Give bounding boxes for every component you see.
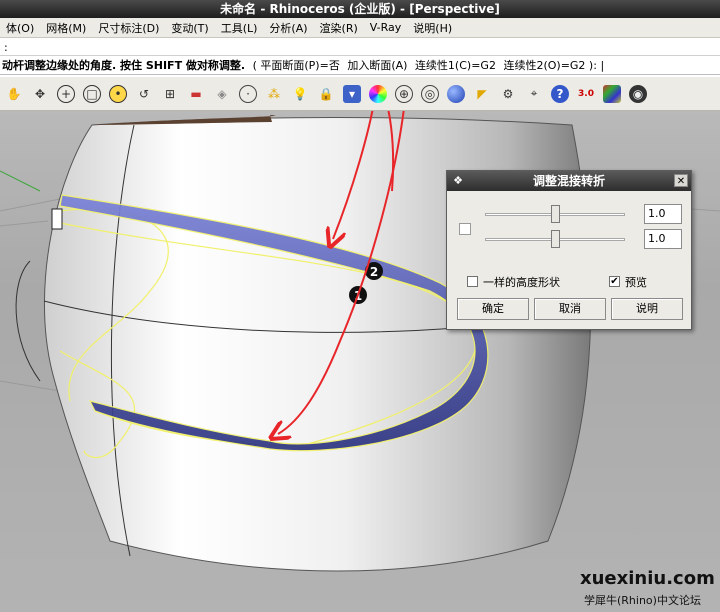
same-height-label: 一样的高度形状: [483, 276, 560, 289]
materials-icon[interactable]: [600, 82, 624, 106]
menu-tools[interactable]: 工具(L): [215, 20, 264, 36]
option-planar-sections[interactable]: ( 平面断面(P)=否: [253, 59, 340, 72]
menu-analyze[interactable]: 分析(A): [263, 20, 313, 36]
rotate-view-icon[interactable]: ✥: [28, 82, 52, 106]
bulge-value-1-input[interactable]: 1.0: [644, 204, 682, 224]
watermark-site: xuexiniu.com: [580, 568, 715, 589]
camera-icon[interactable]: ◉: [626, 82, 650, 106]
option-add-section[interactable]: 加入断面(A): [347, 59, 407, 72]
four-viewports-icon[interactable]: ⊞: [158, 82, 182, 106]
menu-render[interactable]: 渲染(R): [314, 20, 364, 36]
analyze-icon[interactable]: ⌖: [522, 82, 546, 106]
circle-icon[interactable]: ·: [236, 82, 260, 106]
sphere-wire-icon[interactable]: ◎: [418, 82, 442, 106]
lock-icon[interactable]: 🔒: [314, 82, 338, 106]
standard-toolbar: ✋ ✥ + □ • ↺ ⊞ ▬ ◈ · ⁂ 💡 🔒 ▾ ⊕ ◎ ◤ ⚙ ⌖ ? …: [0, 77, 720, 111]
rhino-app-icon: ❖: [453, 174, 463, 187]
zoom-selected-icon[interactable]: •: [106, 82, 130, 106]
svg-text:2: 2: [370, 265, 378, 279]
gear-icon[interactable]: ⚙: [496, 82, 520, 106]
dialog-titlebar[interactable]: ❖ 调整混接转折 ✕: [447, 171, 691, 191]
spotlight-icon[interactable]: ◤: [470, 82, 494, 106]
points-icon[interactable]: ⁂: [262, 82, 286, 106]
option-continuity1[interactable]: 连续性1(C)=G2: [415, 59, 496, 72]
slider-row-2: 1.0: [447, 228, 693, 250]
menu-vray[interactable]: V-Ray: [364, 21, 408, 34]
color-wheel-icon[interactable]: [366, 82, 390, 106]
pan-hand-icon[interactable]: ✋: [2, 82, 26, 106]
menu-dimension[interactable]: 尺寸标注(D): [92, 20, 165, 36]
window-title: 未命名 - Rhinoceros (企业版) - [Perspective]: [0, 0, 720, 18]
dialog-title: 调整混接转折: [532, 174, 605, 188]
menu-help[interactable]: 说明(H): [407, 20, 458, 36]
command-history: :: [0, 39, 720, 56]
cancel-button[interactable]: 取消: [534, 298, 606, 320]
preview-label: 预览: [625, 276, 647, 289]
zoom-extents-icon[interactable]: □: [80, 82, 104, 106]
slider-thumb-2[interactable]: [551, 230, 560, 248]
render-icon[interactable]: 3.0: [574, 82, 598, 106]
slider-row-1: 1.0: [447, 203, 693, 225]
zoom-window-icon[interactable]: +: [54, 82, 78, 106]
menu-bar: 体(O) 网格(M) 尺寸标注(D) 变动(T) 工具(L) 分析(A) 渲染(…: [0, 18, 720, 38]
option-continuity2[interactable]: 连续性2(O)=G2 ):: [503, 59, 596, 72]
command-prompt-line[interactable]: 动杆调整边缘处的角度. 按住 SHIFT 做对称调整. ( 平面断面(P)=否 …: [0, 56, 720, 75]
grid-snap-icon[interactable]: ◈: [210, 82, 234, 106]
control-handle[interactable]: [51, 208, 63, 230]
preview-checkbox[interactable]: ✔: [609, 276, 620, 287]
command-prompt: 动杆调整边缘处的角度. 按住 SHIFT 做对称调整.: [2, 59, 246, 72]
undo-view-icon[interactable]: ↺: [132, 82, 156, 106]
bulge-value-2-input[interactable]: 1.0: [644, 229, 682, 249]
command-cursor: |: [600, 59, 605, 72]
menu-transform[interactable]: 变动(T): [165, 20, 214, 36]
shield-icon[interactable]: ▾: [340, 82, 364, 106]
car-icon[interactable]: ▬: [184, 82, 208, 106]
adjust-blend-bulge-dialog: ❖ 调整混接转折 ✕ 1.0 1.0 一样的高度形状 ✔ 预览 确定 取消 说明: [446, 170, 692, 330]
menu-solid[interactable]: 体(O): [0, 20, 40, 36]
slider-thumb-1[interactable]: [551, 205, 560, 223]
menu-mesh[interactable]: 网格(M): [40, 20, 92, 36]
light-bulb-icon[interactable]: 💡: [288, 82, 312, 106]
globe-icon[interactable]: ⊕: [392, 82, 416, 106]
close-icon[interactable]: ✕: [674, 174, 688, 187]
blue-sphere-icon[interactable]: [444, 82, 468, 106]
help-icon[interactable]: ?: [548, 82, 572, 106]
help-button[interactable]: 说明: [611, 298, 683, 320]
watermark-subtitle: 学犀牛(Rhino)中文论坛: [584, 594, 701, 607]
ok-button[interactable]: 确定: [457, 298, 529, 320]
same-height-checkbox[interactable]: [467, 276, 478, 287]
